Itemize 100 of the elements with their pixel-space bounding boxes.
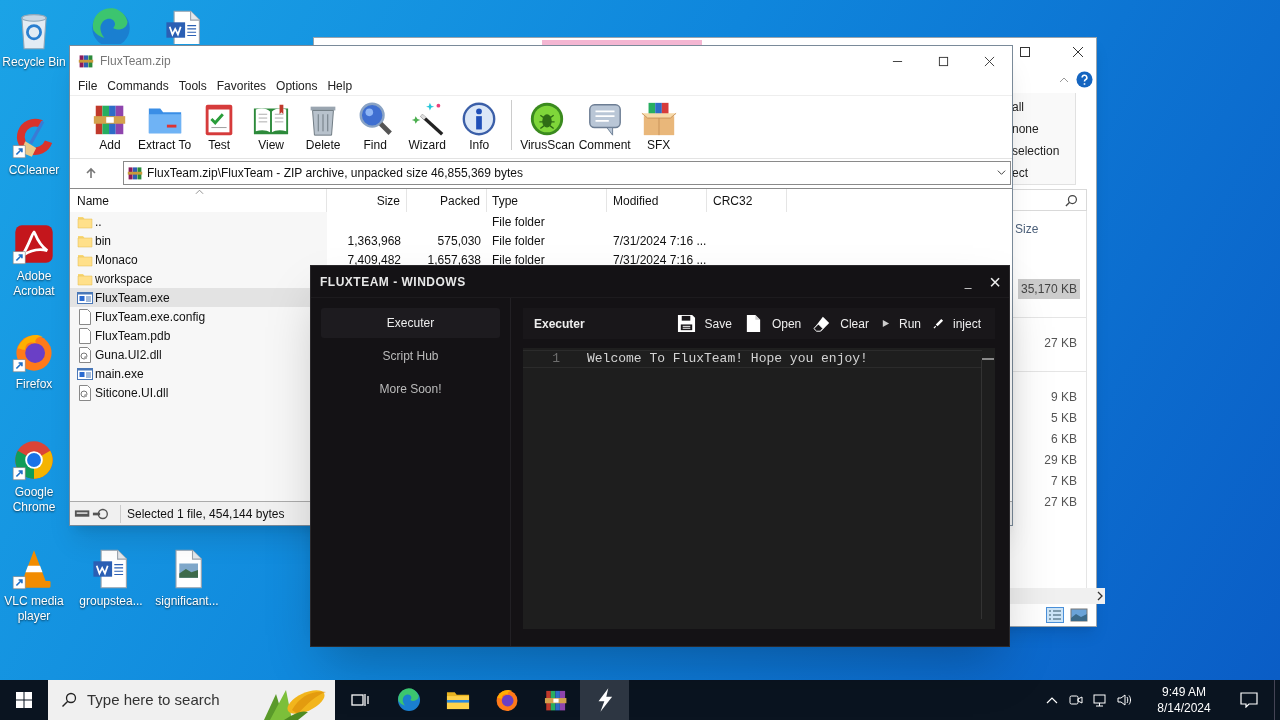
status-text: Selected 1 file, 454,144 bytes <box>120 504 285 523</box>
button-label[interactable]: SFX <box>646 138 671 153</box>
scroll-marker <box>982 358 994 360</box>
file-name[interactable]: FluxTeam.exe <box>95 288 170 307</box>
dll-file-icon <box>77 346 93 363</box>
scroll-right-icon[interactable] <box>1095 591 1105 601</box>
table-cell-text: 7/31/2024 7:16 ... <box>613 251 707 269</box>
camera-icon[interactable] <box>1068 692 1084 708</box>
table-cell-text: 7,409,482 <box>347 251 401 269</box>
nav-tab[interactable]: Executer <box>321 308 500 338</box>
code-editor[interactable]: 1 Welcome To FluxTeam! Hope you enjoy! <box>523 348 995 629</box>
toolbar-button[interactable]: Run <box>898 314 921 333</box>
clock[interactable]: 9:49 AM 8/14/2024 <box>1144 684 1224 716</box>
size-cell-text: 6 KB <box>1050 430 1078 448</box>
menu-item[interactable]: Commands <box>102 76 174 95</box>
file-name[interactable]: Siticone.UI.dll <box>95 383 169 402</box>
nav-tab[interactable]: Script Hub <box>321 341 500 371</box>
column-header[interactable]: CRC32 <box>707 189 787 212</box>
close-icon[interactable] <box>983 55 995 67</box>
toolbar-button[interactable]: inject <box>953 314 981 333</box>
file-icon <box>77 327 93 344</box>
details-view-icon[interactable] <box>1046 607 1064 623</box>
file-name[interactable]: main.exe <box>95 364 144 383</box>
button-label[interactable]: Test <box>208 138 231 153</box>
ribbon-command[interactable]: selection <box>1009 140 1075 162</box>
up-arrow-icon[interactable] <box>85 166 97 179</box>
size-cell-text: 27 KB <box>1043 335 1078 352</box>
column-header[interactable]: Size <box>327 189 407 212</box>
network-icon[interactable] <box>1092 692 1108 708</box>
size-cell-text: 7 KB <box>1050 472 1078 490</box>
toolbar-button[interactable]: Save <box>704 314 732 333</box>
large-icons-view-icon[interactable] <box>1070 607 1088 623</box>
column-header[interactable]: Modified <box>607 189 707 212</box>
column-header[interactable]: Type <box>487 189 607 212</box>
dropdown-caret-icon[interactable] <box>996 167 1007 178</box>
selected-row-highlight[interactable] <box>70 288 310 307</box>
pdf-app-icon[interactable] <box>12 222 56 266</box>
close-button[interactable]: × <box>989 271 1001 292</box>
syringe-icon[interactable] <box>933 318 944 329</box>
menu-item[interactable]: Options <box>271 76 323 95</box>
button-label[interactable]: View <box>258 138 285 153</box>
table-cell-text: 7/31/2024 7:16 ... <box>613 232 707 250</box>
table-cell-text: File folder <box>492 251 545 269</box>
button-label[interactable]: Extract To <box>138 138 192 153</box>
play-icon[interactable] <box>880 319 890 328</box>
help-icon[interactable] <box>1076 71 1093 88</box>
button-label[interactable]: Find <box>363 138 387 153</box>
ribbon-command[interactable]: ect <box>1009 162 1075 184</box>
taskbar-app[interactable] <box>580 680 629 720</box>
button-label[interactable]: Delete <box>305 138 341 153</box>
speaker-icon[interactable] <box>1116 692 1132 708</box>
ribbon-command[interactable]: all <box>1009 96 1075 118</box>
archive-app-icon <box>78 53 94 69</box>
code-line: Welcome To FluxTeam! Hope you enjoy! <box>587 350 868 369</box>
column-header[interactable]: Packed <box>407 189 487 212</box>
search-icon[interactable] <box>1065 193 1078 207</box>
menu-item[interactable]: Tools <box>173 76 212 95</box>
window-title: FluxTeam.zip <box>100 53 171 70</box>
menu-item[interactable]: Favorites <box>211 76 272 95</box>
button-label[interactable]: Info <box>469 138 490 153</box>
dll-file-icon <box>77 384 93 401</box>
file-name[interactable]: Monaco <box>95 250 138 269</box>
menu-item[interactable]: File <box>73 76 103 95</box>
panel-title: Executer <box>534 315 585 333</box>
eraser-icon[interactable] <box>813 314 832 333</box>
line-number: 1 <box>551 350 560 369</box>
maximize-icon[interactable] <box>1019 46 1031 58</box>
maximize-icon[interactable] <box>937 55 949 67</box>
clock-date: 8/14/2024 <box>1157 700 1211 716</box>
horizontal-scrollbar[interactable] <box>1009 588 1105 604</box>
table-cell-text: File folder <box>492 232 545 250</box>
toolbar-button[interactable]: Open <box>771 314 802 333</box>
table-cell-text: 1,363,968 <box>347 232 401 250</box>
address-field[interactable]: FluxTeam.zip\FluxTeam - ZIP archive, unpacked size 46,855,369 bytes <box>123 160 1011 185</box>
size-cell-text: 29 KB <box>1043 451 1078 469</box>
button-label[interactable]: Comment <box>578 138 631 153</box>
file-name[interactable]: FluxTeam.exe.config <box>95 307 206 326</box>
file-name[interactable]: .. <box>95 212 102 231</box>
minimize-button[interactable]: _ <box>958 275 978 288</box>
window-title: FLUXTEAM - WINDOWS <box>320 273 466 291</box>
exe-file-icon <box>77 289 93 306</box>
toolbar-button[interactable]: Clear <box>840 314 869 333</box>
task-view-icon <box>350 692 369 708</box>
search-box[interactable]: Type here to search <box>48 680 335 720</box>
button-label[interactable]: Wizard <box>408 138 446 153</box>
button-label[interactable]: Add <box>99 138 121 153</box>
file-name[interactable]: workspace <box>95 269 153 288</box>
close-icon[interactable] <box>1072 46 1084 58</box>
file-name[interactable]: bin <box>95 231 111 250</box>
browser-icon[interactable] <box>12 438 56 482</box>
file-name[interactable]: FluxTeam.pdb <box>95 326 171 345</box>
size-cell-text: 27 KB <box>1043 493 1078 511</box>
clock-time: 9:49 AM <box>1162 684 1206 700</box>
notification-icon[interactable] <box>1240 692 1258 708</box>
nav-tab[interactable]: More Soon! <box>321 374 500 404</box>
table-cell-text: 575,030 <box>437 232 481 250</box>
ribbon-command[interactable]: none <box>1009 118 1075 140</box>
file-name[interactable]: Guna.UI2.dll <box>95 345 162 364</box>
menu-item[interactable]: Help <box>322 76 358 95</box>
button-label[interactable]: VirusScan <box>520 138 575 153</box>
